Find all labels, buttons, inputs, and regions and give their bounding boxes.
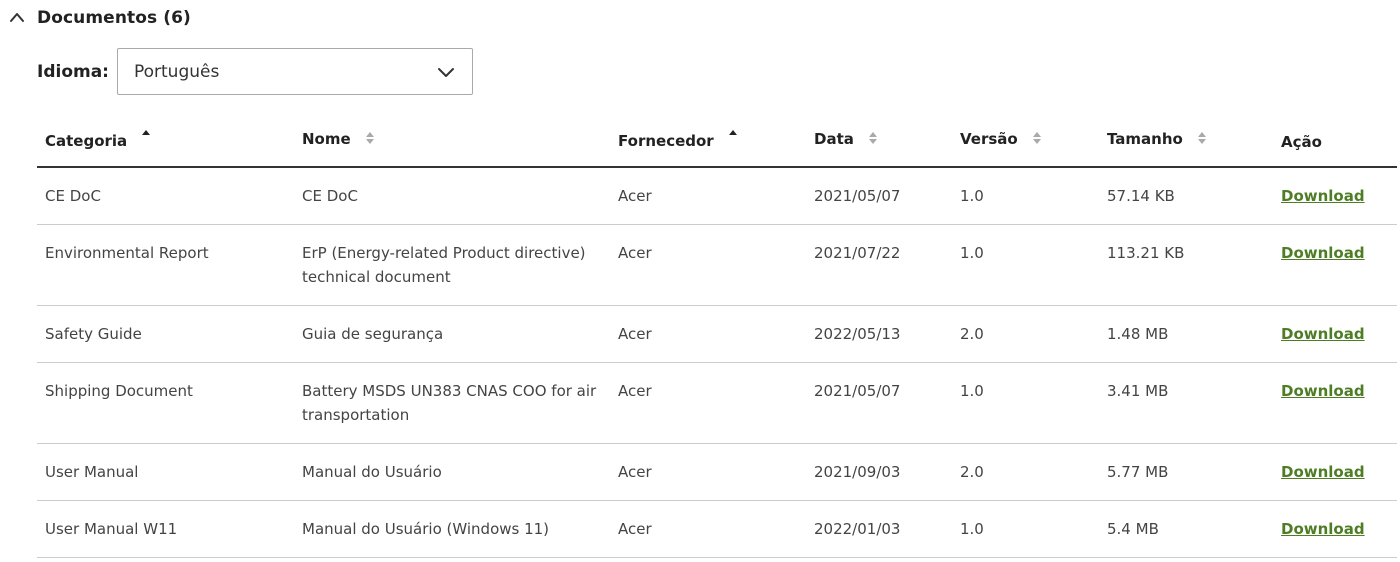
cell-category: Shipping Document bbox=[37, 362, 294, 444]
cell-category: User Manual W11 bbox=[37, 500, 294, 558]
cell-version: 1.0 bbox=[952, 362, 1099, 444]
chevron-down-icon bbox=[437, 67, 454, 77]
cell-supplier: Acer bbox=[610, 443, 806, 501]
cell-name: Guia de segurança bbox=[294, 305, 610, 363]
cell-date: 2022/01/03 bbox=[806, 500, 952, 558]
sort-both-icon[interactable] bbox=[1197, 131, 1207, 145]
cell-date: 2021/09/03 bbox=[806, 443, 952, 501]
cell-action: Download bbox=[1273, 362, 1397, 444]
table-row: User Manual Manual do Usuário Acer 2021/09/… bbox=[37, 443, 1397, 501]
cell-size: 1.48 MB bbox=[1099, 305, 1273, 363]
cell-version: 1.0 bbox=[952, 167, 1099, 225]
column-header-supplier[interactable]: Fornecedor bbox=[610, 112, 806, 168]
cell-supplier: Acer bbox=[610, 167, 806, 225]
cell-supplier: Acer bbox=[610, 362, 806, 444]
cell-supplier: Acer bbox=[610, 500, 806, 558]
cell-date: 2022/05/13 bbox=[806, 305, 952, 363]
column-header-version[interactable]: Versão bbox=[952, 112, 1099, 168]
cell-date: 2021/07/22 bbox=[806, 224, 952, 306]
cell-action: Download bbox=[1273, 500, 1397, 558]
section-toggle[interactable]: Documentos (6) bbox=[8, 5, 191, 31]
sort-both-icon[interactable] bbox=[365, 131, 375, 145]
sort-both-icon[interactable] bbox=[1032, 131, 1042, 145]
download-link[interactable]: Download bbox=[1281, 325, 1365, 343]
cell-size: 3.41 MB bbox=[1099, 362, 1273, 444]
table-row: CE DoC CE DoC Acer 2021/05/07 1.0 57.14 KB Dow… bbox=[37, 167, 1397, 225]
sort-asc-icon[interactable] bbox=[141, 129, 151, 143]
sort-asc-icon[interactable] bbox=[728, 129, 738, 143]
download-link[interactable]: Download bbox=[1281, 244, 1365, 262]
cell-name: CE DoC bbox=[294, 167, 610, 225]
language-label: Idioma: bbox=[37, 61, 109, 82]
cell-supplier: Acer bbox=[610, 305, 806, 363]
cell-category: Environmental Report bbox=[37, 224, 294, 306]
column-header-label: Versão bbox=[960, 130, 1018, 148]
chevron-up-icon bbox=[10, 13, 24, 22]
cell-version: 1.0 bbox=[952, 500, 1099, 558]
download-link[interactable]: Download bbox=[1281, 520, 1365, 538]
sort-both-icon[interactable] bbox=[868, 131, 878, 145]
column-header-label: Data bbox=[814, 130, 854, 148]
language-filter: Idioma: Português bbox=[37, 48, 473, 95]
section-title: Documentos (6) bbox=[37, 8, 191, 28]
cell-category: Safety Guide bbox=[37, 305, 294, 363]
cell-size: 5.77 MB bbox=[1099, 443, 1273, 501]
cell-category: CE DoC bbox=[37, 167, 294, 225]
table-row: Shipping Document Battery MSDS UN383 CNAS… bbox=[37, 362, 1397, 444]
cell-size: 113.21 KB bbox=[1099, 224, 1273, 306]
table-row: Environmental Report ErP (Energy-related … bbox=[37, 224, 1397, 306]
table-row: Safety Guide Guia de segurança Acer 2022/05… bbox=[37, 305, 1397, 363]
table-row: User Manual W11 Manual do Usuário (Window… bbox=[37, 500, 1397, 558]
cell-date: 2021/05/07 bbox=[806, 362, 952, 444]
documents-table: Categoria Nome Fornecedor Data Versão Tamanho… bbox=[37, 112, 1397, 558]
download-link[interactable]: Download bbox=[1281, 187, 1365, 205]
cell-name: Manual do Usuário bbox=[294, 443, 610, 501]
cell-name: Manual do Usuário (Windows 11) bbox=[294, 500, 610, 558]
cell-size: 5.4 MB bbox=[1099, 500, 1273, 558]
cell-name: Battery MSDS UN383 CNAS COO for air tran… bbox=[294, 362, 610, 444]
column-header-size[interactable]: Tamanho bbox=[1099, 112, 1273, 168]
cell-action: Download bbox=[1273, 167, 1397, 225]
column-header-label: Categoria bbox=[45, 131, 128, 150]
column-header-name[interactable]: Nome bbox=[294, 112, 610, 168]
download-link[interactable]: Download bbox=[1281, 382, 1365, 400]
cell-version: 2.0 bbox=[952, 305, 1099, 363]
cell-name: ErP (Energy-related Product directive) t… bbox=[294, 224, 610, 306]
table-header-row: Categoria Nome Fornecedor Data Versão Tamanho… bbox=[37, 112, 1397, 168]
cell-action: Download bbox=[1273, 224, 1397, 306]
cell-size: 57.14 KB bbox=[1099, 167, 1273, 225]
language-selected-value: Português bbox=[133, 61, 220, 82]
column-header-action: Ação bbox=[1273, 112, 1397, 168]
column-header-category[interactable]: Categoria bbox=[37, 112, 294, 168]
cell-action: Download bbox=[1273, 443, 1397, 501]
cell-date: 2021/05/07 bbox=[806, 167, 952, 225]
table-body: CE DoC CE DoC Acer 2021/05/07 1.0 57.14 KB Dow… bbox=[37, 167, 1397, 558]
download-link[interactable]: Download bbox=[1281, 463, 1365, 481]
cell-version: 1.0 bbox=[952, 224, 1099, 306]
language-select[interactable]: Português bbox=[116, 48, 473, 95]
column-header-label: Fornecedor bbox=[618, 131, 714, 150]
cell-supplier: Acer bbox=[610, 224, 806, 306]
cell-category: User Manual bbox=[37, 443, 294, 501]
cell-action: Download bbox=[1273, 305, 1397, 363]
column-header-label: Tamanho bbox=[1107, 130, 1183, 148]
column-header-label: Nome bbox=[302, 130, 351, 148]
column-header-label: Ação bbox=[1281, 133, 1322, 151]
cell-version: 2.0 bbox=[952, 443, 1099, 501]
column-header-date[interactable]: Data bbox=[806, 112, 952, 168]
